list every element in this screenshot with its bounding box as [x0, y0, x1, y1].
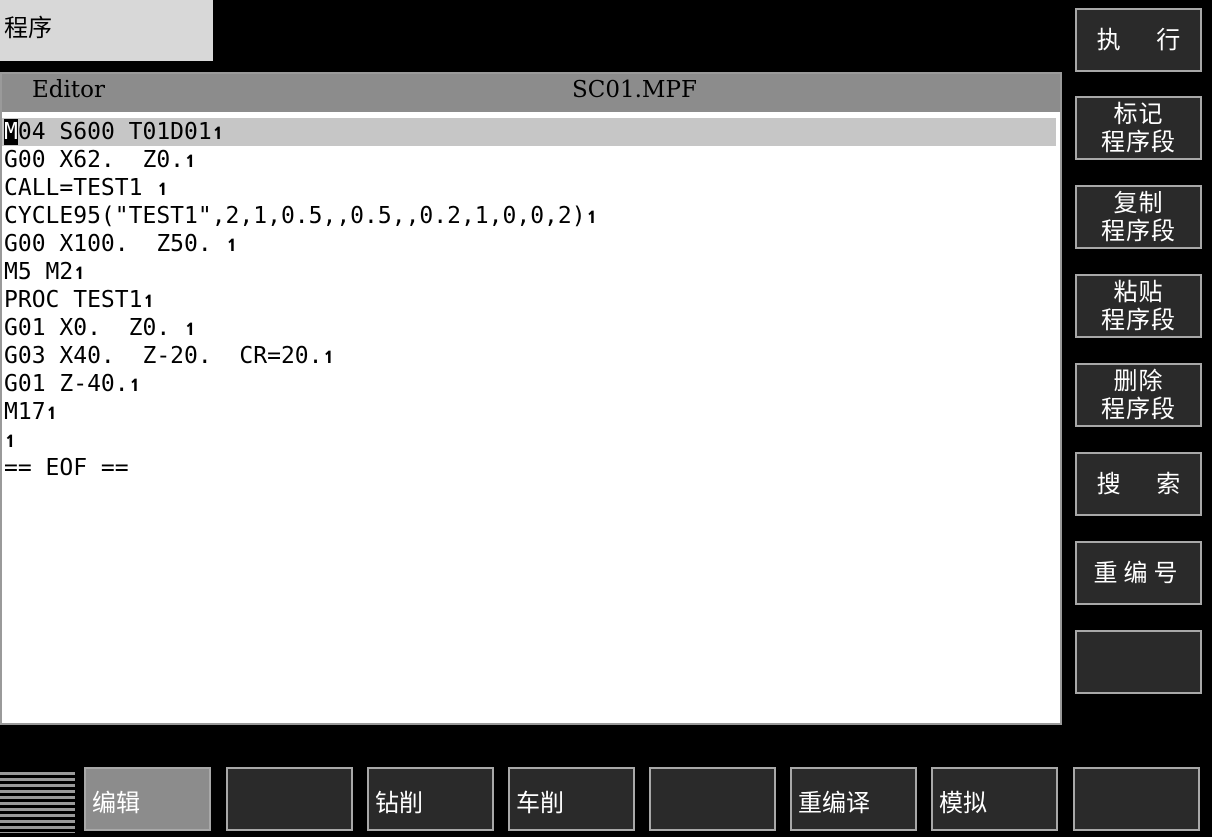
drill-softkey[interactable]: 钻削 [367, 767, 494, 831]
mark-label-1: 标记 [1113, 100, 1164, 128]
code-line-text: CALL=TEST1 [4, 175, 157, 201]
code-line-text: == EOF == [4, 455, 129, 481]
empty-softkey-3[interactable] [1073, 767, 1200, 831]
delete-label-1: 删除 [1113, 367, 1164, 395]
empty-softkey-1[interactable] [226, 767, 353, 831]
line-end-icon: ↿ [4, 427, 18, 453]
renumber-label: 重编号 [1093, 559, 1184, 587]
code-line[interactable]: G01 Z-40.↿ [2, 370, 1060, 398]
mark-block-button[interactable]: 标记 程序段 [1075, 96, 1202, 160]
code-line[interactable]: CYCLE95("TEST1",2,1,0.5,,0.5,,0.2,1,0,0,… [2, 202, 1060, 230]
search-button[interactable]: 搜 索 [1075, 452, 1202, 516]
code-line-selected[interactable]: M04 S600 T01D01↿ [2, 118, 1056, 146]
side-empty-button[interactable] [1075, 630, 1202, 694]
copy-label-1: 复制 [1113, 189, 1164, 217]
code-line[interactable]: M17↿ [2, 398, 1060, 426]
code-area[interactable]: M04 S600 T01D01↿ G00 X62. Z0.↿ CALL=TEST1 … [2, 118, 1060, 482]
code-line-text: CYCLE95("TEST1",2,1,0.5,,0.5,,0.2,1,0,0,… [4, 203, 586, 229]
paste-block-button[interactable]: 粘贴 程序段 [1075, 274, 1202, 338]
text-cursor: M [4, 119, 18, 145]
code-line[interactable]: G03 X40. Z-20. CR=20.↿ [2, 342, 1060, 370]
editor-filename: SC01.MPF [572, 77, 697, 103]
code-line[interactable]: == EOF == [2, 454, 1060, 482]
line-end-icon: ↿ [184, 315, 198, 341]
edit-softkey[interactable]: 编辑 [84, 767, 211, 831]
code-line-text: G01 Z-40. [4, 371, 129, 397]
line-end-icon: ↿ [128, 371, 143, 397]
simulate-softkey-label: 模拟 [939, 789, 987, 817]
code-line-text: G00 X100. Z50. [4, 231, 226, 257]
code-line-text: PROC TEST1 [4, 287, 143, 313]
editor-label: Editor [32, 77, 105, 103]
code-line-text: G01 X0. Z0. [4, 315, 185, 341]
search-label: 搜 索 [1096, 470, 1195, 498]
mark-label-2: 程序段 [1101, 128, 1176, 156]
renumber-button[interactable]: 重编号 [1075, 541, 1202, 605]
recompile-softkey-label: 重编译 [798, 789, 870, 817]
delete-block-button[interactable]: 删除 程序段 [1075, 363, 1202, 427]
line-end-icon: ↿ [73, 259, 88, 285]
program-editor[interactable]: Editor SC01.MPF M04 S600 T01D01↿ G00 X62.… [0, 72, 1062, 725]
line-end-icon: ↿ [585, 203, 600, 229]
execute-button[interactable]: 执 行 [1075, 8, 1202, 72]
code-line-text: M17 [4, 399, 46, 425]
copy-block-button[interactable]: 复制 程序段 [1075, 185, 1202, 249]
paste-label-1: 粘贴 [1113, 278, 1164, 306]
line-end-icon: ↿ [45, 399, 60, 425]
copy-label-2: 程序段 [1101, 217, 1176, 245]
line-end-icon: ↿ [156, 175, 171, 201]
delete-label-2: 程序段 [1101, 395, 1176, 423]
code-line[interactable]: G00 X62. Z0.↿ [2, 146, 1060, 174]
line-end-icon: ↿ [322, 343, 337, 369]
line-end-icon: ↿ [184, 147, 198, 173]
turn-softkey[interactable]: 车削 [508, 767, 635, 831]
drill-softkey-label: 钻削 [375, 789, 423, 817]
code-line-text: G00 X62. Z0. [4, 147, 185, 173]
turn-softkey-label: 车削 [516, 789, 564, 817]
recompile-softkey[interactable]: 重编译 [790, 767, 917, 831]
code-line[interactable]: G00 X100. Z50. ↿ [2, 230, 1060, 258]
line-end-icon: ↿ [211, 119, 226, 145]
empty-softkey-2[interactable] [649, 767, 776, 831]
simulate-softkey[interactable]: 模拟 [931, 767, 1058, 831]
code-line[interactable]: CALL=TEST1 ↿ [2, 174, 1060, 202]
code-line[interactable]: ↿ [2, 426, 1060, 454]
editor-header: Editor SC01.MPF [2, 74, 1060, 112]
edit-softkey-label: 编辑 [92, 789, 140, 817]
code-line[interactable]: PROC TEST1↿ [2, 286, 1060, 314]
execute-label: 执 行 [1096, 26, 1195, 54]
paste-label-2: 程序段 [1101, 306, 1176, 334]
code-line[interactable]: G01 X0. Z0. ↿ [2, 314, 1060, 342]
line-end-icon: ↿ [142, 287, 157, 313]
code-line-text: G03 X40. Z-20. CR=20. [4, 343, 323, 369]
code-line[interactable]: M5 M2↿ [2, 258, 1060, 286]
softkey-bar: 编辑 钻削 车削 重编译 模拟 [0, 767, 1212, 837]
code-line-text: 04 S600 T01D01 [17, 119, 212, 145]
window-title: 程序 [0, 0, 213, 61]
line-end-icon: ↿ [225, 231, 240, 257]
code-line-text: M5 M2 [4, 259, 74, 285]
menu-grip-icon[interactable] [0, 769, 75, 833]
